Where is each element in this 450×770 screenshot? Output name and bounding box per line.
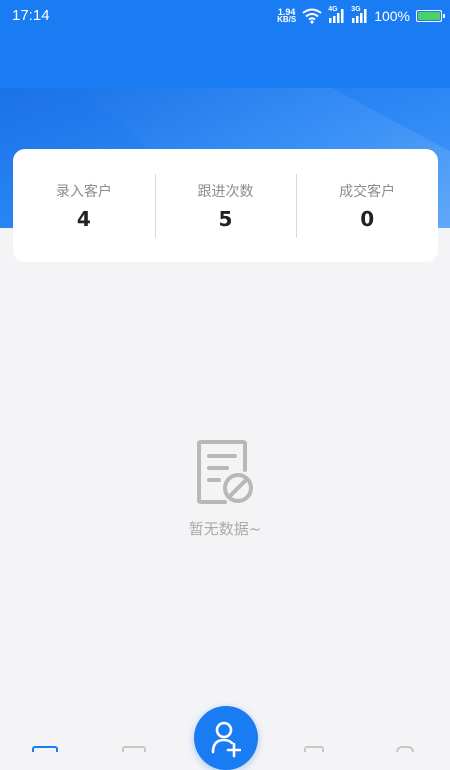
stat-label: 录入客户 bbox=[55, 183, 112, 200]
nav-tab-4-icon[interactable] bbox=[396, 746, 414, 752]
stat-value: 5 bbox=[218, 206, 233, 231]
stat-closed-customers[interactable]: 成交客户 0 bbox=[296, 173, 438, 238]
empty-state: 暂无数据~ bbox=[0, 440, 450, 539]
stats-card: 录入客户 4 跟进次数 5 成交客户 0 bbox=[13, 149, 438, 262]
network-speed-unit: KB/S bbox=[277, 15, 297, 24]
status-indicators: 1.94 KB/S 4G 3G 100% bbox=[277, 6, 445, 26]
no-data-document-icon bbox=[197, 440, 253, 504]
battery-fill bbox=[418, 12, 440, 20]
battery-percent: 100% bbox=[374, 8, 410, 24]
status-time: 17:14 bbox=[12, 7, 50, 24]
signal-bars-icon bbox=[329, 9, 344, 23]
status-bar: 17:14 1.94 KB/S 4G 3G 100% bbox=[0, 0, 450, 32]
nav-tab-1-icon[interactable] bbox=[32, 746, 58, 752]
add-customer-button[interactable] bbox=[194, 706, 258, 770]
stat-label: 跟进次数 bbox=[197, 183, 254, 200]
signal-bars-icon bbox=[352, 9, 367, 23]
stat-follow-ups[interactable]: 跟进次数 5 bbox=[154, 173, 297, 238]
network-speed: 1.94 KB/S bbox=[277, 8, 296, 24]
add-user-icon bbox=[211, 721, 241, 758]
battery-icon bbox=[416, 10, 445, 22]
stat-recorded-customers[interactable]: 录入客户 4 bbox=[13, 174, 155, 238]
nav-tab-2-icon[interactable] bbox=[122, 746, 146, 752]
wifi-icon bbox=[302, 8, 322, 24]
stat-value: 0 bbox=[360, 206, 375, 231]
empty-state-text: 暂无数据~ bbox=[188, 520, 262, 538]
nav-tab-3-icon[interactable] bbox=[304, 746, 324, 752]
stat-value: 4 bbox=[76, 206, 91, 231]
stat-label: 成交客户 bbox=[339, 183, 396, 200]
cell-signal-2: 3G bbox=[351, 6, 368, 24]
cell-signal-1: 4G bbox=[328, 6, 345, 24]
